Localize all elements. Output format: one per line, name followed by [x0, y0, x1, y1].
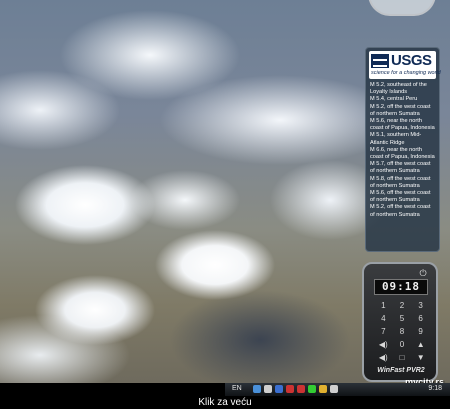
tray-icon[interactable] — [297, 385, 305, 393]
quake-item[interactable]: M 5.7, off the west coast of northern Su… — [370, 161, 435, 175]
usgs-logo-text: USGS — [391, 52, 432, 69]
desktop-wallpaper: USGS science for a changing world M 5.2,… — [0, 0, 450, 383]
tray-icon[interactable] — [264, 385, 272, 393]
quake-list: M 5.2, southeast of the Loyalty Islands … — [366, 81, 439, 220]
quake-item[interactable]: M 5.2, off the west coast of northern Su… — [370, 104, 435, 118]
quake-item[interactable]: M 5.6, near the north coast of Papua, In… — [370, 118, 435, 132]
tray-icon[interactable] — [330, 385, 338, 393]
key-9[interactable]: 9 — [411, 327, 430, 336]
time-display: 09:18 — [374, 279, 428, 295]
key-1[interactable]: 1 — [374, 301, 393, 310]
key-3[interactable]: 3 — [411, 301, 430, 310]
quake-item[interactable]: M 5.2, off the west coast of northern Su… — [370, 204, 435, 218]
usgs-wave-icon — [371, 54, 389, 68]
quake-item[interactable]: M 5.4, central Peru — [370, 96, 435, 103]
key-5[interactable]: 5 — [393, 314, 412, 323]
key-8[interactable]: 8 — [393, 327, 412, 336]
quake-item[interactable]: M 5.2, southeast of the Loyalty Islands — [370, 82, 435, 96]
quake-item[interactable]: M 6.6, near the north coast of Papua, In… — [370, 147, 435, 161]
tray-icon[interactable] — [275, 385, 283, 393]
tray-icon[interactable] — [286, 385, 294, 393]
remote-brand: WinFast PVR2 — [377, 367, 425, 374]
volume-icon[interactable]: ◀) — [374, 340, 393, 349]
taskbar-clock[interactable]: 9:18 — [428, 385, 442, 392]
taskbar: EN 9:18 — [225, 383, 450, 396]
usgs-logo: USGS science for a changing world — [369, 51, 441, 79]
channel-up-icon[interactable]: ▲ — [411, 340, 430, 349]
tray-icon[interactable] — [319, 385, 327, 393]
quake-item[interactable]: M 5.6, off the west coast of northern Su… — [370, 190, 435, 204]
key-7[interactable]: 7 — [374, 327, 393, 336]
quake-item[interactable]: M 5.1, southern Mid-Atlantic Ridge — [370, 132, 435, 146]
key-6[interactable]: 6 — [411, 314, 430, 323]
key-2[interactable]: 2 — [393, 301, 412, 310]
key-0[interactable]: 0 — [393, 340, 412, 349]
mute-icon[interactable]: ◀) — [374, 353, 393, 362]
channel-down-icon[interactable]: ▼ — [411, 353, 430, 362]
quake-item[interactable]: M 5.8, off the west coast of northern Su… — [370, 176, 435, 190]
tray-icon[interactable] — [308, 385, 316, 393]
key-4[interactable]: 4 — [374, 314, 393, 323]
usgs-earthquake-gadget[interactable]: USGS science for a changing world M 5.2,… — [365, 47, 441, 252]
system-tray — [253, 385, 338, 393]
image-caption[interactable]: Klik za veću — [0, 396, 450, 409]
language-indicator[interactable]: EN — [232, 385, 242, 392]
power-icon[interactable]: ⏻ — [418, 268, 428, 278]
usgs-tagline: science for a changing world — [371, 70, 441, 76]
winfast-remote-gadget[interactable]: ⏻ 09:18 1 2 3 4 5 6 7 8 9 ◀) 0 ▲ ◀) □ ▼ … — [362, 262, 438, 382]
screen-icon[interactable]: □ — [393, 353, 412, 362]
tray-icon[interactable] — [253, 385, 261, 393]
remote-keypad: 1 2 3 4 5 6 7 8 9 ◀) 0 ▲ ◀) □ ▼ — [374, 301, 430, 362]
clock-gadget-edge[interactable] — [368, 0, 436, 16]
